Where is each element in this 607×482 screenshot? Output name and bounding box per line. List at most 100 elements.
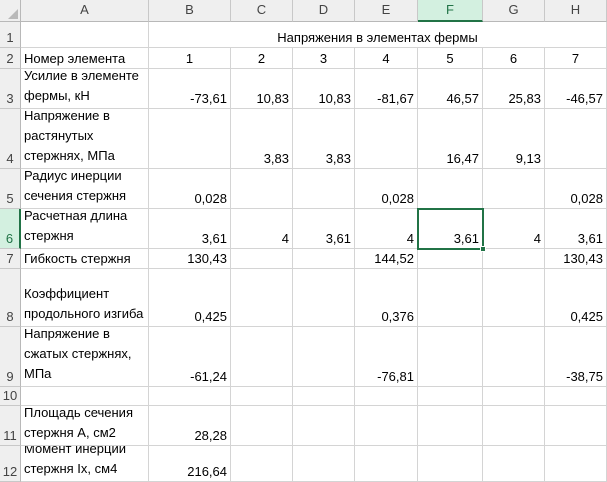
cell-e3[interactable]: -81,67 — [355, 69, 418, 109]
cell-f8[interactable] — [418, 269, 483, 327]
column-header-b[interactable]: B — [149, 0, 231, 22]
cell-a1[interactable] — [21, 22, 149, 48]
cell-a2[interactable]: Номер элемента — [21, 48, 149, 69]
cell-a7[interactable]: Гибкость стержня — [21, 249, 149, 269]
cell-h2[interactable]: 7 — [545, 48, 607, 69]
cell-a9[interactable]: Напряжение в сжатых стержнях, МПа — [21, 327, 149, 387]
column-header-a[interactable]: A — [21, 0, 149, 22]
cell-e5[interactable]: 0,028 — [355, 169, 418, 209]
cell-h5[interactable]: 0,028 — [545, 169, 607, 209]
row-header-8[interactable]: 8 — [0, 269, 21, 327]
cell-d11[interactable] — [293, 406, 355, 446]
cell-e8[interactable]: 0,376 — [355, 269, 418, 327]
cell-c6[interactable]: 4 — [231, 209, 293, 249]
cell-e7[interactable]: 144,52 — [355, 249, 418, 269]
cell-e6[interactable]: 4 — [355, 209, 418, 249]
cell-a11[interactable]: Площадь сечения стержня А, см2 — [21, 406, 149, 446]
cell-c10[interactable] — [231, 387, 293, 406]
cell-f10[interactable] — [418, 387, 483, 406]
cell-d10[interactable] — [293, 387, 355, 406]
cell-g6[interactable]: 4 — [483, 209, 545, 249]
row-header-10[interactable]: 10 — [0, 387, 21, 406]
cell-d3[interactable]: 10,83 — [293, 69, 355, 109]
column-header-h[interactable]: H — [545, 0, 607, 22]
cell-g3[interactable]: 25,83 — [483, 69, 545, 109]
cell-a10[interactable] — [21, 387, 149, 406]
cell-h12[interactable] — [545, 446, 607, 482]
column-header-e[interactable]: E — [355, 0, 418, 22]
cell-b3[interactable]: -73,61 — [149, 69, 231, 109]
cell-e9[interactable]: -76,81 — [355, 327, 418, 387]
merged-title-cell[interactable]: Напряжения в элементах фермы — [149, 22, 607, 48]
row-header-9[interactable]: 9 — [0, 327, 21, 387]
cell-h10[interactable] — [545, 387, 607, 406]
cell-h7[interactable]: 130,43 — [545, 249, 607, 269]
cell-d8[interactable] — [293, 269, 355, 327]
cell-f2[interactable]: 5 — [418, 48, 483, 69]
column-header-c[interactable]: C — [231, 0, 293, 22]
row-header-1[interactable]: 1 — [0, 22, 21, 48]
cell-d12[interactable] — [293, 446, 355, 482]
cell-d2[interactable]: 3 — [293, 48, 355, 69]
cell-h3[interactable]: -46,57 — [545, 69, 607, 109]
cell-a12[interactable]: Момент инерции стержня Ix, см4 — [21, 446, 149, 482]
cell-h11[interactable] — [545, 406, 607, 446]
cell-c8[interactable] — [231, 269, 293, 327]
cell-f12[interactable] — [418, 446, 483, 482]
cell-h9[interactable]: -38,75 — [545, 327, 607, 387]
row-header-7[interactable]: 7 — [0, 249, 21, 269]
row-header-5[interactable]: 5 — [0, 169, 21, 209]
cell-a6[interactable]: Расчетная длина стержня — [21, 209, 149, 249]
cell-c5[interactable] — [231, 169, 293, 209]
cell-g8[interactable] — [483, 269, 545, 327]
cell-c7[interactable] — [231, 249, 293, 269]
cell-b11[interactable]: 28,28 — [149, 406, 231, 446]
cell-c9[interactable] — [231, 327, 293, 387]
cell-b6[interactable]: 3,61 — [149, 209, 231, 249]
cell-b12[interactable]: 216,64 — [149, 446, 231, 482]
cell-d4[interactable]: 3,83 — [293, 109, 355, 169]
row-header-12[interactable]: 12 — [0, 446, 21, 482]
cell-c2[interactable]: 2 — [231, 48, 293, 69]
cell-b9[interactable]: -61,24 — [149, 327, 231, 387]
cell-e2[interactable]: 4 — [355, 48, 418, 69]
cell-a8[interactable]: Коэффициент продольного изгиба — [21, 269, 149, 327]
cell-f4[interactable]: 16,47 — [418, 109, 483, 169]
row-header-11[interactable]: 11 — [0, 406, 21, 446]
row-header-3[interactable]: 3 — [0, 69, 21, 109]
cell-f9[interactable] — [418, 327, 483, 387]
cell-a5[interactable]: Радиус инерции сечения стержня — [21, 169, 149, 209]
row-header-2[interactable]: 2 — [0, 48, 21, 69]
select-all-corner[interactable] — [0, 0, 21, 22]
cell-g9[interactable] — [483, 327, 545, 387]
cell-f6[interactable]: 3,61 — [418, 209, 483, 249]
column-header-d[interactable]: D — [293, 0, 355, 22]
cell-g7[interactable] — [483, 249, 545, 269]
cell-d7[interactable] — [293, 249, 355, 269]
cell-b8[interactable]: 0,425 — [149, 269, 231, 327]
cell-g4[interactable]: 9,13 — [483, 109, 545, 169]
cell-g5[interactable] — [483, 169, 545, 209]
row-header-4[interactable]: 4 — [0, 109, 21, 169]
fill-handle[interactable] — [480, 246, 486, 252]
cell-e10[interactable] — [355, 387, 418, 406]
cell-g10[interactable] — [483, 387, 545, 406]
cell-h8[interactable]: 0,425 — [545, 269, 607, 327]
cell-d6[interactable]: 3,61 — [293, 209, 355, 249]
cell-b2[interactable]: 1 — [149, 48, 231, 69]
cell-a3[interactable]: Усилие в элементе фермы, кН — [21, 69, 149, 109]
cell-c4[interactable]: 3,83 — [231, 109, 293, 169]
cell-a4[interactable]: Напряжение в растянутых стержнях, МПа — [21, 109, 149, 169]
cell-f7[interactable] — [418, 249, 483, 269]
cell-d9[interactable] — [293, 327, 355, 387]
cell-c12[interactable] — [231, 446, 293, 482]
cell-e11[interactable] — [355, 406, 418, 446]
cell-b5[interactable]: 0,028 — [149, 169, 231, 209]
cell-e12[interactable] — [355, 446, 418, 482]
cell-e4[interactable] — [355, 109, 418, 169]
cell-g11[interactable] — [483, 406, 545, 446]
cell-g2[interactable]: 6 — [483, 48, 545, 69]
row-header-6[interactable]: 6 — [0, 209, 21, 249]
cell-g12[interactable] — [483, 446, 545, 482]
cell-b10[interactable] — [149, 387, 231, 406]
